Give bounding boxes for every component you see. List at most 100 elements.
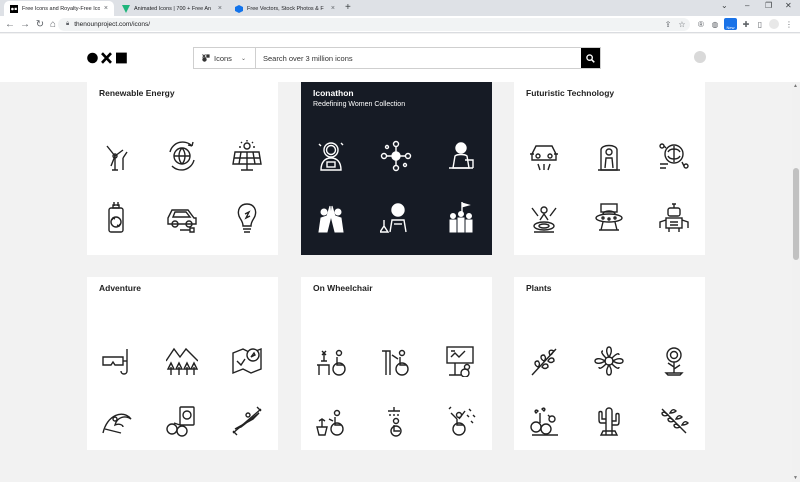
crowd-flag-icon — [449, 202, 473, 233]
passport-binoculars-icon — [166, 406, 195, 437]
vuetify-favicon — [122, 4, 130, 13]
wheelchair-presenting-icon — [446, 346, 474, 377]
herb-icon — [530, 407, 558, 436]
cryo-pod-icon — [598, 144, 620, 171]
close-tab-icon[interactable]: × — [331, 5, 335, 12]
card-title: On Wheelchair — [313, 283, 373, 293]
close-tab-icon[interactable]: × — [104, 5, 108, 12]
logo-mark-icon — [87, 52, 127, 64]
collection-card-adventure[interactable]: Adventure — [87, 277, 278, 450]
search-type-label: Icons — [214, 53, 232, 63]
solar-panel-icon — [232, 140, 262, 171]
search-icon — [586, 53, 595, 63]
search-input[interactable] — [256, 48, 581, 68]
card-subtitle: Redefining Women Collection — [313, 101, 406, 108]
noun-project-favicon — [10, 4, 18, 13]
lock-icon: 🔒︎ — [66, 21, 70, 27]
brain-chip-icon — [659, 143, 689, 169]
scrollbar-thumb[interactable] — [793, 168, 799, 260]
collections-grid: Renewable Energy Iconathon Redefining Wo… — [0, 82, 792, 482]
electric-car-icon — [167, 209, 197, 233]
wheelchair-gardening-icon — [316, 409, 344, 436]
robot-icon — [659, 203, 689, 232]
window-close-icon[interactable]: ✕ — [785, 1, 792, 10]
collection-card-futuristic-technology[interactable]: Futuristic Technology — [514, 82, 705, 255]
idea-bulb-icon — [237, 203, 257, 233]
lab-researcher-icon — [380, 203, 407, 233]
maximize-icon[interactable]: ❐ — [765, 1, 772, 10]
globe-cycle-icon — [169, 141, 195, 171]
collection-card-on-wheelchair[interactable]: On Wheelchair — [301, 277, 492, 450]
scroll-down-icon[interactable]: ▼ — [793, 475, 798, 481]
browser-menu-icon[interactable]: ⋮ — [784, 19, 794, 29]
browser-toolbar: ← → ↻ ⌂ 🔒︎ thenounproject.com/icons/ ⇪ ☆… — [0, 16, 800, 33]
search-button[interactable] — [581, 48, 600, 68]
search-type-dropdown[interactable]: Icons ⌄ — [194, 48, 256, 68]
extension-globe-icon[interactable]: ◍ — [710, 19, 720, 29]
noun-project-logo[interactable] — [87, 52, 127, 64]
map-compass-icon — [232, 347, 262, 375]
url-text: thenounproject.com/icons/ — [74, 21, 151, 28]
collection-card-renewable-energy[interactable]: Renewable Energy — [87, 82, 278, 255]
scroll-up-icon[interactable]: ▲ — [793, 83, 798, 89]
card-title: Plants — [526, 283, 552, 293]
side-panel-icon[interactable]: ▯ — [755, 19, 765, 29]
tab-title: Free Vectors, Stock Photos & F — [247, 5, 324, 12]
cactus-icon — [598, 407, 620, 436]
new-tab-button[interactable]: + — [345, 2, 351, 13]
site-header: Icons ⌄ — [0, 34, 800, 82]
wheelchair-cooking-icon — [317, 349, 346, 376]
flying-car-icon — [530, 145, 558, 171]
reload-icon[interactable]: ↻ — [33, 17, 47, 31]
tab-title: Animated Icons | 700 + Free An — [134, 5, 212, 12]
search-bar: Icons ⌄ — [193, 47, 601, 69]
extension-r-icon[interactable]: ® — [696, 19, 706, 29]
surf-wave-icon — [102, 413, 132, 434]
collection-card-plants[interactable]: Plants — [514, 277, 705, 450]
browser-tab-1[interactable]: Free Icons and Royalty-Free Ico × — [4, 1, 114, 16]
astronaut-woman-icon — [318, 142, 344, 171]
back-icon[interactable]: ← — [3, 17, 17, 31]
user-avatar[interactable] — [694, 51, 706, 63]
browser-tab-2[interactable]: Animated Icons | 700 + Free An × — [116, 1, 228, 16]
leafy-branch-icon — [531, 348, 557, 376]
tab-search-icon[interactable]: ⌄ — [721, 1, 728, 10]
browser-tab-strip: Free Icons and Royalty-Free Ico × Animat… — [0, 0, 800, 16]
extension-new-badge[interactable]: New — [724, 18, 737, 30]
olive-branch-icon — [661, 408, 689, 434]
address-bar[interactable]: 🔒︎ thenounproject.com/icons/ — [58, 18, 690, 31]
hologram-icon — [531, 206, 557, 233]
chevron-down-icon: ⌄ — [240, 55, 246, 62]
scientist-woman-icon — [449, 142, 474, 169]
minimize-icon[interactable]: – — [745, 1, 749, 10]
forward-icon[interactable]: → — [18, 17, 32, 31]
snorkel-mask-icon — [102, 349, 128, 375]
wheelchair-shower-icon — [388, 407, 402, 437]
battery-recycle-icon — [108, 202, 124, 233]
bookmark-star-icon[interactable]: ☆ — [677, 19, 687, 29]
wind-turbine-icon — [106, 145, 128, 171]
card-title: Adventure — [99, 283, 142, 293]
profile-avatar-icon[interactable] — [769, 19, 779, 29]
extensions-puzzle-icon[interactable]: ✚ — [741, 19, 751, 29]
sunflower-icon — [664, 347, 684, 376]
card-title: Renewable Energy — [99, 88, 175, 98]
card-title: Iconathon — [313, 88, 354, 98]
wheelchair-celebrate-icon — [448, 406, 476, 436]
network-people-icon — [380, 140, 412, 172]
tab-title: Free Icons and Royalty-Free Ico — [22, 5, 100, 12]
collection-card-iconathon[interactable]: Iconathon Redefining Women Collection — [301, 82, 492, 255]
close-tab-icon[interactable]: × — [218, 5, 222, 12]
browser-tab-3[interactable]: Free Vectors, Stock Photos & F × — [229, 1, 341, 16]
icons-type-icon — [202, 54, 210, 62]
freepik-favicon — [235, 4, 243, 13]
high-five-icon — [318, 205, 344, 233]
mountains-forest-icon — [166, 347, 198, 375]
kayak-icon — [232, 406, 262, 436]
flower-icon — [594, 346, 624, 376]
page-scrollbar[interactable]: ▲ ▼ — [792, 82, 800, 482]
card-title: Futuristic Technology — [526, 88, 615, 98]
share-icon[interactable]: ⇪ — [663, 19, 673, 29]
wheelchair-painting-icon — [382, 349, 409, 376]
ufo-icon — [595, 203, 623, 231]
